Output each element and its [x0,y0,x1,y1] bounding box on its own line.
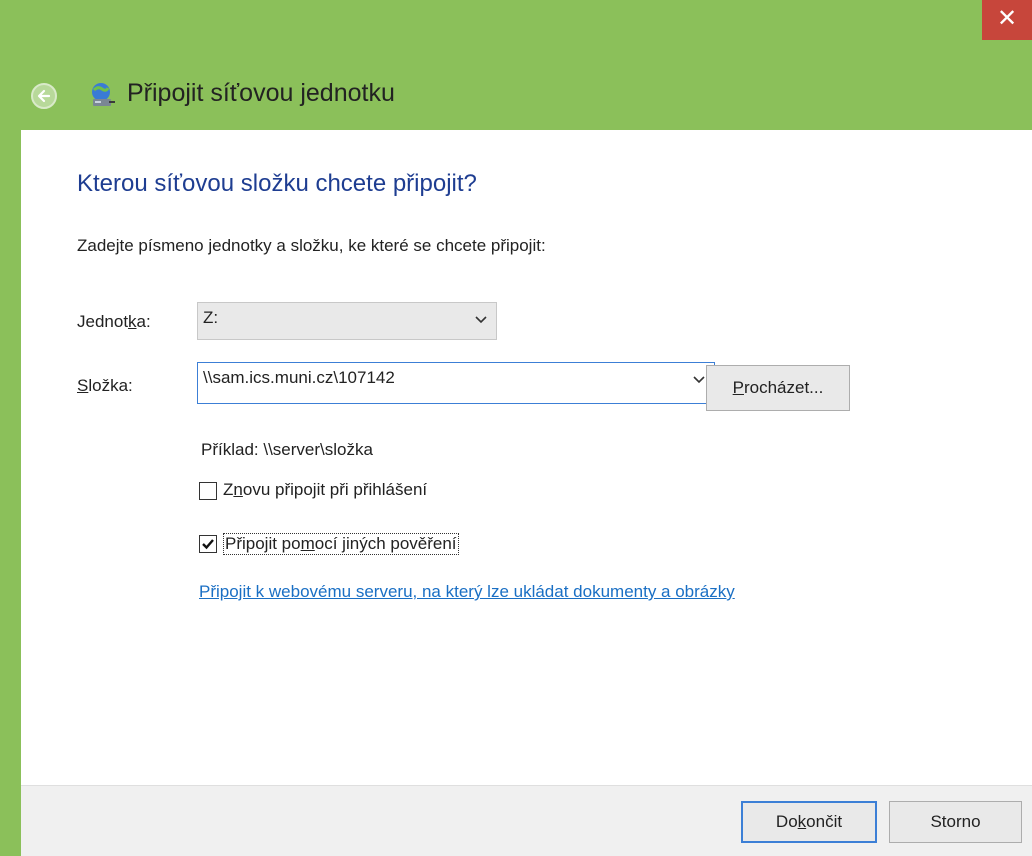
finish-label-start: Do [775,812,798,831]
finish-button[interactable]: Dokončit [741,801,877,843]
web-server-link[interactable]: Připojit k webovému serveru, na který lz… [199,582,735,602]
page-heading: Kterou síťovou složku chcete připojit? [77,170,477,197]
reconnect-label-end: ovu připojit při přihlášení [242,480,428,499]
content-panel: Kterou síťovou složku chcete připojit? Z… [21,130,1032,785]
credentials-label-accel: m [300,534,315,553]
instruction-text: Zadejte písmeno jednotky a složku, ke kt… [77,236,546,255]
map-network-drive-dialog: ✕ Připojit síťovou jednotku Kterou síťov… [0,0,1032,856]
arrow-left-icon [37,89,51,103]
credentials-label-start: Připojit po [225,534,301,553]
folder-label-text-end: ložka: [88,376,133,395]
browse-button[interactable]: Procházet... [706,365,850,411]
drive-label-text-end: a: [136,312,151,331]
network-drive-icon [92,83,115,106]
close-button[interactable]: ✕ [982,0,1032,40]
drive-label-text: Jednot [77,312,129,331]
title-bar: ✕ [0,0,1032,40]
credentials-label: Připojit pomocí jiných pověření [223,533,459,555]
folder-label-accel: S [77,376,89,395]
window-left-border [0,0,21,856]
reconnect-label-start: Z [223,480,234,499]
browse-accel: P [732,378,744,397]
folder-label: Složka: [77,376,133,396]
drive-label-accel: k [128,312,137,331]
close-icon: ✕ [996,5,1018,32]
dialog-footer: Dokončit Storno [21,785,1032,856]
reconnect-label: Znovu připojit při přihlášení [223,480,427,500]
folder-input[interactable]: \\sam.ics.muni.cz\107142 [197,362,715,404]
browse-label: rocházet... [743,378,824,397]
finish-label-accel: k [797,812,807,831]
back-button[interactable] [31,83,57,109]
drive-select[interactable]: Z: [197,302,497,340]
reconnect-checkbox-box[interactable] [199,482,217,500]
reconnect-label-accel: n [233,480,243,499]
chevron-down-icon [475,316,487,324]
chevron-down-icon[interactable] [692,370,706,390]
cancel-button[interactable]: Storno [889,801,1022,843]
drive-value: Z: [203,308,219,327]
finish-label-end: ončit [806,812,843,831]
drive-label: Jednotka: [77,312,151,332]
example-text: Příklad: \\server\složka [201,440,373,459]
checkmark-icon [202,539,214,550]
credentials-checkbox-box[interactable] [199,535,217,553]
window-title: Připojit síťovou jednotku [127,79,395,107]
credentials-label-end: ocí jiných pověření [314,534,457,553]
folder-value: \\sam.ics.muni.cz\107142 [203,368,395,387]
